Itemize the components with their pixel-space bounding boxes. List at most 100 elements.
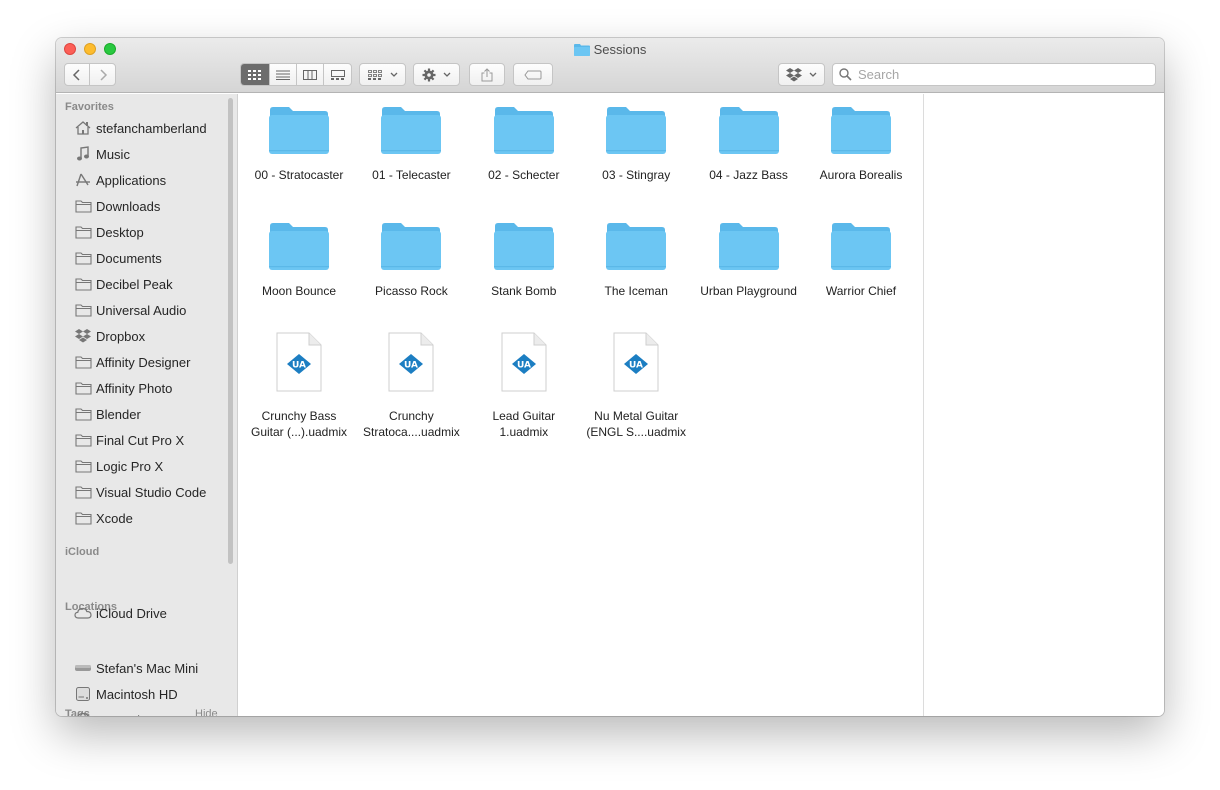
sidebar-item-universal-audio[interactable]: Universal Audio [74, 299, 186, 321]
sidebar-item-xcode[interactable]: Xcode [74, 507, 133, 529]
sidebar-item-macintosh-hd[interactable]: Macintosh HD [74, 683, 178, 705]
sidebar-item-dropbox[interactable]: Dropbox [74, 325, 145, 347]
share-icon [481, 67, 493, 81]
gallery-view-button[interactable] [324, 64, 351, 85]
sidebar-item-applications[interactable]: Applications [74, 169, 166, 191]
sidebar-item-affinity-photo[interactable]: Affinity Photo [74, 377, 172, 399]
sidebar-item-stefanchamberland[interactable]: stefanchamberland [74, 117, 207, 139]
file-item[interactable]: UA Crunchy Bass Guitar (...).uadmix [243, 332, 355, 440]
list-view-button[interactable] [270, 64, 297, 85]
preview-pane [923, 94, 1164, 716]
sidebar-item-network[interactable]: Network [74, 709, 144, 716]
sidebar-item-icloud-drive[interactable]: iCloud Drive [74, 602, 167, 624]
folder-icon [74, 405, 92, 423]
tags-button[interactable] [513, 63, 553, 86]
column-view-button[interactable] [297, 64, 324, 85]
folder-item[interactable]: Moon Bounce [243, 222, 355, 299]
uadmix-file-icon: UA [500, 332, 548, 397]
forward-button[interactable] [90, 64, 115, 85]
folder-item[interactable]: 02 - Schecter [468, 106, 580, 183]
sidebar-item-logic-pro-x[interactable]: Logic Pro X [74, 455, 163, 477]
folder-icon [268, 106, 330, 161]
sidebar-item-label: Downloads [96, 198, 161, 214]
finder-window: Sessions Search Favorites iCloud Locatio… [56, 38, 1164, 716]
icon-view-button[interactable] [241, 64, 270, 85]
folder-icon [74, 301, 92, 319]
svg-text:UA: UA [517, 361, 531, 371]
folder-item[interactable]: 01 - Telecaster [355, 106, 467, 183]
uadmix-file-icon: UA [275, 332, 323, 397]
item-name: Crunchy Bass Guitar (...).uadmix [250, 409, 348, 439]
sidebar-item-desktop[interactable]: Desktop [74, 221, 144, 243]
search-field[interactable] [832, 63, 1156, 86]
hide-tags-button[interactable]: Hide [195, 708, 218, 716]
sidebar-item-label: Applications [96, 172, 167, 188]
sidebar-item-final-cut-pro-x[interactable]: Final Cut Pro X [74, 429, 184, 451]
sidebar-item-affinity-designer[interactable]: Affinity Designer [74, 351, 190, 373]
uadmix-file-icon: UA [387, 332, 435, 397]
nav-buttons [64, 63, 116, 86]
sidebar-item-label: Documents [96, 250, 162, 266]
folder-item[interactable]: Stank Bomb [468, 222, 580, 299]
cloud-icon [74, 604, 92, 622]
sidebar-section-icloud: iCloud [65, 546, 100, 558]
chevron-right-icon [99, 68, 107, 81]
uadmix-file-icon: UA [612, 332, 660, 397]
item-name: 01 - Telecaster [372, 168, 451, 182]
folder-icon [74, 223, 92, 241]
folder-item[interactable]: 04 - Jazz Bass [693, 106, 805, 183]
folder-item[interactable]: The Iceman [580, 222, 692, 299]
svg-text:UA: UA [629, 361, 643, 371]
sidebar-scrollbar[interactable] [228, 98, 233, 564]
dropbox-button[interactable] [778, 63, 825, 86]
folder-item[interactable]: Warrior Chief [805, 222, 917, 299]
folder-item[interactable]: Urban Playground [693, 222, 805, 299]
sidebar-item-label: stefanchamberland [96, 120, 207, 136]
folder-item[interactable]: 03 - Stingray [580, 106, 692, 183]
chevron-left-icon [72, 68, 80, 81]
columns-icon [303, 69, 317, 80]
item-name: Urban Playground [700, 284, 797, 298]
svg-text:UA: UA [404, 361, 418, 371]
folder-item[interactable]: 00 - Stratocaster [243, 106, 355, 183]
chevron-down-icon [809, 72, 817, 77]
sidebar-item-label: Desktop [96, 224, 144, 240]
folder-icon [74, 431, 92, 449]
action-button[interactable] [413, 63, 460, 86]
folder-item[interactable]: Aurora Borealis [805, 106, 917, 183]
grid-icon [367, 69, 382, 80]
file-item[interactable]: UA Crunchy Stratoca....uadmix [355, 332, 467, 440]
folder-icon [74, 509, 92, 527]
back-button[interactable] [65, 64, 91, 85]
folder-icon [493, 106, 555, 161]
item-name: Aurora Borealis [819, 168, 903, 182]
sidebar-item-label: Logic Pro X [96, 458, 164, 474]
folder-icon [830, 106, 892, 161]
sidebar-item-decibel-peak[interactable]: Decibel Peak [74, 273, 173, 295]
sidebar-item-label: Network [96, 713, 144, 717]
item-name: 00 - Stratocaster [254, 168, 344, 182]
file-item[interactable]: UA Lead Guitar 1.uadmix [468, 332, 580, 440]
search-input[interactable] [858, 67, 1138, 82]
sidebar-item-downloads[interactable]: Downloads [74, 195, 160, 217]
chevron-down-icon [390, 72, 397, 77]
dropbox-icon [74, 327, 92, 345]
folder-item[interactable]: Picasso Rock [355, 222, 467, 299]
folder-icon [830, 222, 892, 277]
folder-icon [74, 275, 92, 293]
sidebar-item-label: Macintosh HD [96, 686, 178, 702]
sidebar-item-documents[interactable]: Documents [74, 247, 162, 269]
folder-icon [74, 483, 92, 501]
item-name: 03 - Stingray [602, 168, 671, 182]
sidebar-item-blender[interactable]: Blender [74, 403, 141, 425]
share-button[interactable] [469, 63, 505, 86]
sidebar-item-stefan-s-mac-mini[interactable]: Stefan's Mac Mini [74, 657, 198, 679]
window-title-text: Sessions [593, 42, 647, 57]
file-item[interactable]: UA Nu Metal Guitar (ENGL S....uadmix [580, 332, 692, 440]
applications-icon [74, 171, 92, 189]
item-name: 02 - Schecter [488, 168, 560, 182]
sidebar-item-visual-studio-code[interactable]: Visual Studio Code [74, 481, 206, 503]
item-name: Picasso Rock [375, 284, 448, 298]
group-button[interactable] [359, 63, 406, 86]
sidebar-item-music[interactable]: Music [74, 143, 130, 165]
